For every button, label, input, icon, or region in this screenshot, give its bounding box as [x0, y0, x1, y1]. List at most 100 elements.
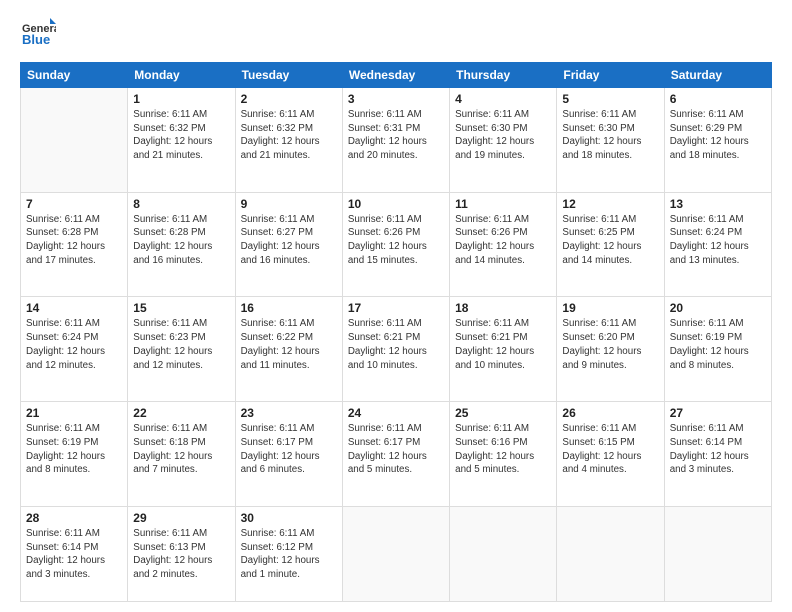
weekday-saturday: Saturday [664, 63, 771, 88]
day-info: Sunrise: 6:11 AM Sunset: 6:23 PM Dayligh… [133, 317, 229, 372]
calendar-cell [342, 506, 449, 601]
day-info: Sunrise: 6:11 AM Sunset: 6:12 PM Dayligh… [241, 527, 337, 582]
calendar-cell: 7 Sunrise: 6:11 AM Sunset: 6:28 PM Daylig… [21, 192, 128, 297]
calendar-cell: 18 Sunrise: 6:11 AM Sunset: 6:21 PM Dayli… [450, 297, 557, 402]
day-number: 20 [670, 301, 766, 315]
day-number: 29 [133, 511, 229, 525]
calendar-cell: 15Sunrise: 6:11 AM Sunset: 6:23 PM Dayli… [128, 297, 235, 402]
day-info: Sunrise: 6:11 AM Sunset: 6:28 PM Dayligh… [26, 213, 122, 268]
logo-svg: General Blue [20, 16, 56, 52]
calendar-cell: 23 Sunrise: 6:11 AM Sunset: 6:17 PM Dayli… [235, 402, 342, 507]
day-info: Sunrise: 6:11 AM Sunset: 6:14 PM Dayligh… [670, 422, 766, 477]
day-info: Sunrise: 6:11 AM Sunset: 6:30 PM Dayligh… [455, 108, 551, 163]
day-number: 11 [455, 197, 551, 211]
calendar-cell: 28Sunrise: 6:11 AM Sunset: 6:14 PM Dayli… [21, 506, 128, 601]
day-info: Sunrise: 6:11 AM Sunset: 6:24 PM Dayligh… [670, 213, 766, 268]
calendar-cell [557, 506, 664, 601]
calendar-cell: 12 Sunrise: 6:11 AM Sunset: 6:25 PM Dayli… [557, 192, 664, 297]
day-number: 13 [670, 197, 766, 211]
calendar-week-4: 28Sunrise: 6:11 AM Sunset: 6:14 PM Dayli… [21, 506, 772, 601]
day-number: 26 [562, 406, 658, 420]
weekday-header-row: SundayMondayTuesdayWednesdayThursdayFrid… [21, 63, 772, 88]
calendar-cell: 5 Sunrise: 6:11 AM Sunset: 6:30 PM Daylig… [557, 88, 664, 193]
day-info: Sunrise: 6:11 AM Sunset: 6:16 PM Dayligh… [455, 422, 551, 477]
calendar-cell: 17 Sunrise: 6:11 AM Sunset: 6:21 PM Dayli… [342, 297, 449, 402]
day-number: 12 [562, 197, 658, 211]
calendar-cell: 1 Sunrise: 6:11 AM Sunset: 6:32 PM Daylig… [128, 88, 235, 193]
calendar-cell: 9 Sunrise: 6:11 AM Sunset: 6:27 PM Daylig… [235, 192, 342, 297]
calendar-cell: 20Sunrise: 6:11 AM Sunset: 6:19 PM Dayli… [664, 297, 771, 402]
day-info: Sunrise: 6:11 AM Sunset: 6:24 PM Dayligh… [26, 317, 122, 372]
day-info: Sunrise: 6:11 AM Sunset: 6:26 PM Dayligh… [348, 213, 444, 268]
day-number: 6 [670, 92, 766, 106]
calendar-week-1: 7 Sunrise: 6:11 AM Sunset: 6:28 PM Daylig… [21, 192, 772, 297]
calendar-table: SundayMondayTuesdayWednesdayThursdayFrid… [20, 62, 772, 602]
calendar-cell: 30 Sunrise: 6:11 AM Sunset: 6:12 PM Dayli… [235, 506, 342, 601]
weekday-friday: Friday [557, 63, 664, 88]
calendar-cell: 3 Sunrise: 6:11 AM Sunset: 6:31 PM Daylig… [342, 88, 449, 193]
weekday-tuesday: Tuesday [235, 63, 342, 88]
day-number: 4 [455, 92, 551, 106]
day-info: Sunrise: 6:11 AM Sunset: 6:15 PM Dayligh… [562, 422, 658, 477]
day-info: Sunrise: 6:11 AM Sunset: 6:21 PM Dayligh… [348, 317, 444, 372]
day-number: 27 [670, 406, 766, 420]
day-info: Sunrise: 6:11 AM Sunset: 6:32 PM Dayligh… [241, 108, 337, 163]
day-number: 17 [348, 301, 444, 315]
calendar-cell: 19 Sunrise: 6:11 AM Sunset: 6:20 PM Dayli… [557, 297, 664, 402]
day-info: Sunrise: 6:11 AM Sunset: 6:19 PM Dayligh… [26, 422, 122, 477]
calendar-cell: 16 Sunrise: 6:11 AM Sunset: 6:22 PM Dayli… [235, 297, 342, 402]
weekday-monday: Monday [128, 63, 235, 88]
calendar-cell: 13 Sunrise: 6:11 AM Sunset: 6:24 PM Dayli… [664, 192, 771, 297]
day-number: 25 [455, 406, 551, 420]
day-number: 1 [133, 92, 229, 106]
day-info: Sunrise: 6:11 AM Sunset: 6:28 PM Dayligh… [133, 213, 229, 268]
calendar-cell: 2Sunrise: 6:11 AM Sunset: 6:32 PM Daylig… [235, 88, 342, 193]
day-info: Sunrise: 6:11 AM Sunset: 6:30 PM Dayligh… [562, 108, 658, 163]
day-number: 9 [241, 197, 337, 211]
svg-text:Blue: Blue [22, 32, 50, 47]
day-info: Sunrise: 6:11 AM Sunset: 6:18 PM Dayligh… [133, 422, 229, 477]
day-number: 16 [241, 301, 337, 315]
calendar-cell: 24Sunrise: 6:11 AM Sunset: 6:17 PM Dayli… [342, 402, 449, 507]
calendar-cell: 29 Sunrise: 6:11 AM Sunset: 6:13 PM Dayli… [128, 506, 235, 601]
day-info: Sunrise: 6:11 AM Sunset: 6:21 PM Dayligh… [455, 317, 551, 372]
calendar-cell: 27 Sunrise: 6:11 AM Sunset: 6:14 PM Dayli… [664, 402, 771, 507]
day-info: Sunrise: 6:11 AM Sunset: 6:22 PM Dayligh… [241, 317, 337, 372]
day-number: 24 [348, 406, 444, 420]
day-info: Sunrise: 6:11 AM Sunset: 6:31 PM Dayligh… [348, 108, 444, 163]
day-info: Sunrise: 6:11 AM Sunset: 6:29 PM Dayligh… [670, 108, 766, 163]
day-info: Sunrise: 6:11 AM Sunset: 6:27 PM Dayligh… [241, 213, 337, 268]
day-number: 3 [348, 92, 444, 106]
day-number: 23 [241, 406, 337, 420]
day-number: 21 [26, 406, 122, 420]
calendar-cell: 6 Sunrise: 6:11 AM Sunset: 6:29 PM Daylig… [664, 88, 771, 193]
day-info: Sunrise: 6:11 AM Sunset: 6:14 PM Dayligh… [26, 527, 122, 582]
day-info: Sunrise: 6:11 AM Sunset: 6:25 PM Dayligh… [562, 213, 658, 268]
page-header: General Blue [20, 16, 772, 52]
day-info: Sunrise: 6:11 AM Sunset: 6:13 PM Dayligh… [133, 527, 229, 582]
calendar-cell: 26 Sunrise: 6:11 AM Sunset: 6:15 PM Dayli… [557, 402, 664, 507]
logo: General Blue [20, 16, 56, 52]
calendar-cell: 10 Sunrise: 6:11 AM Sunset: 6:26 PM Dayli… [342, 192, 449, 297]
calendar-cell: 14 Sunrise: 6:11 AM Sunset: 6:24 PM Dayli… [21, 297, 128, 402]
day-number: 7 [26, 197, 122, 211]
calendar-cell: 21 Sunrise: 6:11 AM Sunset: 6:19 PM Dayli… [21, 402, 128, 507]
calendar-cell: 8 Sunrise: 6:11 AM Sunset: 6:28 PM Daylig… [128, 192, 235, 297]
weekday-sunday: Sunday [21, 63, 128, 88]
day-info: Sunrise: 6:11 AM Sunset: 6:17 PM Dayligh… [241, 422, 337, 477]
calendar-cell: 22 Sunrise: 6:11 AM Sunset: 6:18 PM Dayli… [128, 402, 235, 507]
day-info: Sunrise: 6:11 AM Sunset: 6:32 PM Dayligh… [133, 108, 229, 163]
calendar-cell [21, 88, 128, 193]
calendar-cell: 25 Sunrise: 6:11 AM Sunset: 6:16 PM Dayli… [450, 402, 557, 507]
day-number: 5 [562, 92, 658, 106]
day-number: 30 [241, 511, 337, 525]
calendar-week-2: 14 Sunrise: 6:11 AM Sunset: 6:24 PM Dayli… [21, 297, 772, 402]
day-number: 18 [455, 301, 551, 315]
calendar-cell [450, 506, 557, 601]
day-number: 19 [562, 301, 658, 315]
day-number: 8 [133, 197, 229, 211]
day-number: 14 [26, 301, 122, 315]
day-info: Sunrise: 6:11 AM Sunset: 6:20 PM Dayligh… [562, 317, 658, 372]
day-number: 10 [348, 197, 444, 211]
day-number: 22 [133, 406, 229, 420]
